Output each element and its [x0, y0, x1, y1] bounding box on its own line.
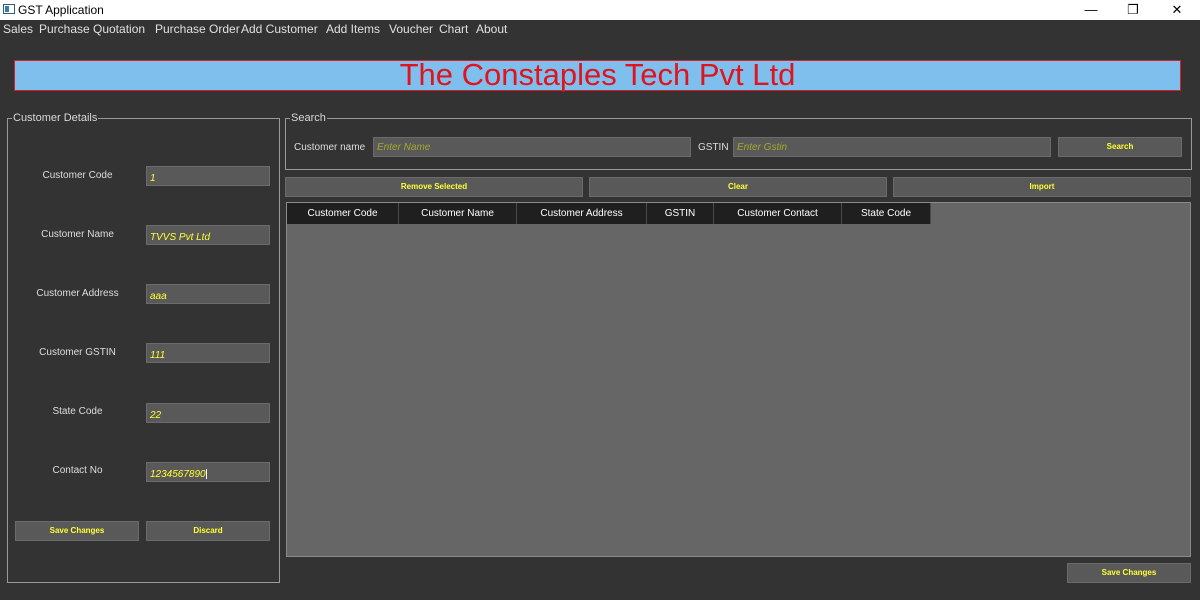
- contact-no-value: 1234567890: [150, 469, 206, 480]
- column-header-customer-name[interactable]: Customer Name: [399, 203, 517, 224]
- menu-purchase[interactable]: Purchase: [39, 22, 90, 36]
- menu-add-customer[interactable]: Add Customer: [241, 22, 318, 36]
- search-button[interactable]: Search: [1058, 137, 1182, 157]
- text-cursor: [205, 469, 207, 479]
- company-banner: The Constaples Tech Pvt Ltd: [14, 57, 1181, 92]
- state-code-label: State Code: [52, 406, 103, 417]
- column-header-gstin[interactable]: GSTIN: [647, 203, 714, 224]
- customer-address-value: aaa: [150, 291, 167, 302]
- remove-selected-button[interactable]: Remove Selected: [285, 177, 583, 197]
- customer-name-input[interactable]: TVVS Pvt Ltd: [146, 225, 270, 245]
- discard-button[interactable]: Discard: [146, 521, 270, 541]
- menu-sales[interactable]: Sales: [3, 22, 33, 36]
- close-button[interactable]: ✕: [1154, 0, 1200, 20]
- state-code-input[interactable]: 22: [146, 403, 270, 423]
- minimize-button[interactable]: —: [1068, 0, 1114, 20]
- column-header-customer-contact[interactable]: Customer Contact: [714, 203, 842, 224]
- column-header-customer-code[interactable]: Customer Code: [287, 203, 399, 224]
- menu-purchase-order[interactable]: Purchase Order: [155, 22, 240, 36]
- customer-name-label: Customer Name: [41, 229, 114, 240]
- clear-button[interactable]: Clear: [589, 177, 887, 197]
- customer-name-search-input[interactable]: Enter Name: [373, 137, 691, 157]
- search-title: Search: [290, 112, 327, 124]
- gstin-placeholder: Enter Gstin: [737, 142, 788, 153]
- gstin-search-input[interactable]: Enter Gstin: [733, 137, 1051, 157]
- menu-chart[interactable]: Chart: [439, 22, 468, 36]
- customer-name-value: TVVS Pvt Ltd: [150, 232, 211, 243]
- title-bar: GST Application — ❐ ✕: [0, 0, 1200, 20]
- customer-gstin-input[interactable]: 111: [146, 343, 270, 363]
- save-changes-button[interactable]: Save Changes: [15, 521, 139, 541]
- import-button[interactable]: Import: [893, 177, 1191, 197]
- menu-about[interactable]: About: [476, 22, 507, 36]
- column-header-state-code[interactable]: State Code: [842, 203, 931, 224]
- customer-table[interactable]: Customer Code Customer Name Customer Add…: [286, 202, 1191, 557]
- company-name: The Constaples Tech Pvt Ltd: [399, 57, 796, 92]
- customer-details-title: Customer Details: [12, 112, 99, 124]
- contact-no-input[interactable]: 1234567890: [146, 462, 270, 482]
- column-header-customer-address[interactable]: Customer Address: [517, 203, 647, 224]
- customer-code-label: Customer Code: [42, 170, 113, 181]
- menu-voucher[interactable]: Voucher: [389, 22, 433, 36]
- customer-name-placeholder: Enter Name: [377, 142, 431, 153]
- customer-address-input[interactable]: aaa: [146, 284, 270, 304]
- customer-address-label: Customer Address: [36, 288, 119, 299]
- customer-code-input[interactable]: 1: [146, 166, 270, 186]
- customer-gstin-label: Customer GSTIN: [39, 347, 116, 358]
- customer-gstin-value: 111: [150, 350, 166, 361]
- save-changes-table-button[interactable]: Save Changes: [1067, 563, 1191, 583]
- contact-no-label: Contact No: [52, 465, 103, 476]
- gstin-search-label: GSTIN: [698, 142, 729, 153]
- window-title: GST Application: [18, 3, 104, 17]
- customer-code-value: 1: [150, 173, 156, 184]
- menu-add-items[interactable]: Add Items: [326, 22, 380, 36]
- menu-quotation[interactable]: Quotation: [93, 22, 145, 36]
- menu-bar: Sales Purchase Quotation Purchase Order …: [0, 20, 1200, 39]
- app-icon: [3, 4, 15, 14]
- maximize-button[interactable]: ❐: [1110, 0, 1156, 20]
- state-code-value: 22: [150, 410, 162, 421]
- customer-name-search-label: Customer name: [294, 142, 366, 153]
